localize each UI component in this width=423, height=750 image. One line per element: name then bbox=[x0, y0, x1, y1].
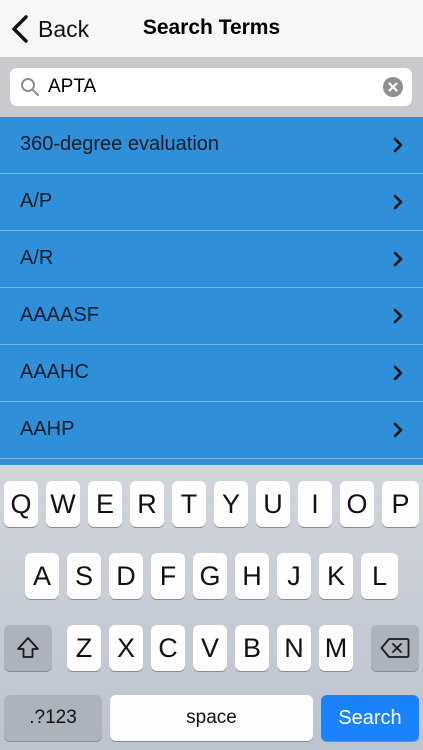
shift-arrow-icon bbox=[17, 637, 39, 658]
navigation-bar: Back Search Terms bbox=[0, 0, 423, 58]
chevron-right-icon bbox=[393, 308, 403, 324]
results-list: 360-degree evaluation A/P A/R AAAASF AAA… bbox=[0, 117, 423, 465]
key-x[interactable]: X bbox=[109, 625, 143, 671]
list-item[interactable]: A/R bbox=[0, 231, 423, 288]
clear-search-button[interactable] bbox=[383, 77, 403, 97]
clear-icon bbox=[388, 82, 398, 92]
search-input[interactable] bbox=[48, 72, 368, 102]
key-s[interactable]: S bbox=[67, 553, 101, 599]
key-p[interactable]: P bbox=[382, 481, 419, 527]
search-key[interactable]: Search bbox=[321, 695, 419, 741]
key-m[interactable]: M bbox=[319, 625, 353, 671]
list-item[interactable]: 360-degree evaluation bbox=[0, 117, 423, 174]
keyboard: Q W E R T Y U I O P A S D F G H J K L Z … bbox=[0, 465, 423, 750]
key-v[interactable]: V bbox=[193, 625, 227, 671]
key-f[interactable]: F bbox=[151, 553, 185, 599]
search-field[interactable] bbox=[10, 68, 412, 106]
key-u[interactable]: U bbox=[256, 481, 290, 527]
key-z[interactable]: Z bbox=[67, 625, 101, 671]
page-title: Search Terms bbox=[142, 16, 281, 39]
key-t[interactable]: T bbox=[172, 481, 206, 527]
key-w[interactable]: W bbox=[46, 481, 80, 527]
list-item[interactable]: A/P bbox=[0, 174, 423, 231]
list-item-label: AAHP bbox=[20, 418, 75, 440]
key-y[interactable]: Y bbox=[214, 481, 248, 527]
search-icon bbox=[21, 78, 39, 96]
key-h[interactable]: H bbox=[235, 553, 269, 599]
key-l[interactable]: L bbox=[361, 553, 398, 599]
chevron-right-icon bbox=[393, 422, 403, 438]
key-q[interactable]: Q bbox=[4, 481, 38, 527]
key-g[interactable]: G bbox=[193, 553, 227, 599]
list-item[interactable]: AAAHC bbox=[0, 345, 423, 402]
list-item-label: A/R bbox=[20, 247, 54, 269]
shift-key[interactable] bbox=[4, 625, 52, 671]
chevron-right-icon bbox=[393, 251, 403, 267]
key-a[interactable]: A bbox=[25, 553, 59, 599]
key-c[interactable]: C bbox=[151, 625, 185, 671]
search-bar bbox=[0, 58, 423, 117]
key-i[interactable]: I bbox=[298, 481, 332, 527]
space-key[interactable]: space bbox=[110, 695, 313, 741]
key-e[interactable]: E bbox=[88, 481, 122, 527]
key-o[interactable]: O bbox=[340, 481, 374, 527]
numbers-key[interactable]: .?123 bbox=[4, 695, 102, 741]
key-n[interactable]: N bbox=[277, 625, 311, 671]
list-item-label: AAAASF bbox=[20, 304, 99, 326]
delete-key[interactable] bbox=[371, 625, 419, 671]
backspace-icon bbox=[380, 638, 410, 658]
list-item-label: AAAHC bbox=[20, 361, 89, 383]
chevron-right-icon bbox=[393, 194, 403, 210]
chevron-right-icon bbox=[393, 365, 403, 381]
list-item[interactable]: AAAASF bbox=[0, 288, 423, 345]
key-b[interactable]: B bbox=[235, 625, 269, 671]
list-item[interactable]: AAHP bbox=[0, 402, 423, 459]
key-d[interactable]: D bbox=[109, 553, 143, 599]
list-item-label: A/P bbox=[20, 190, 53, 212]
list-item-label: 360-degree evaluation bbox=[20, 133, 220, 155]
key-j[interactable]: J bbox=[277, 553, 311, 599]
key-r[interactable]: R bbox=[130, 481, 164, 527]
chevron-right-icon bbox=[393, 137, 403, 153]
key-k[interactable]: K bbox=[319, 553, 353, 599]
